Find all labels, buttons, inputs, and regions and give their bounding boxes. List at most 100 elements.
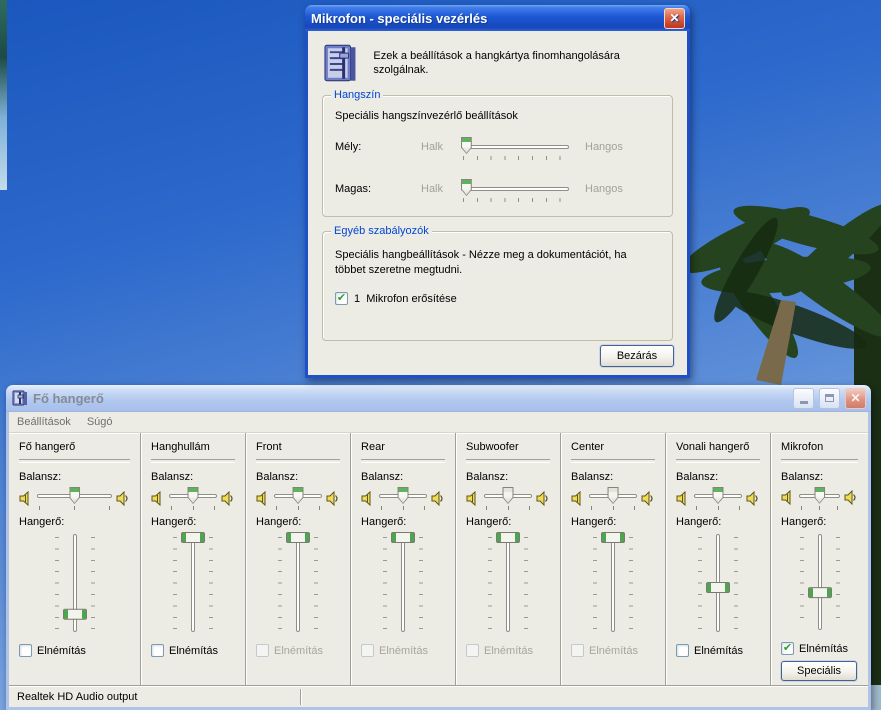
balance-ticks (801, 505, 839, 510)
balance-thumb[interactable] (712, 487, 724, 504)
volume-slider[interactable] (47, 532, 103, 634)
speaker-quiet-icon (256, 490, 266, 506)
mic-boost-checkbox[interactable] (335, 292, 348, 305)
channel-column: Rear Balansz: Hangerő: Elnémítás (350, 433, 455, 685)
balance-slider[interactable] (692, 486, 744, 510)
balance-thumb[interactable] (292, 487, 304, 504)
channel-title-divider (571, 459, 656, 463)
balance-slider[interactable] (482, 486, 534, 510)
volume-thumb[interactable] (601, 532, 626, 543)
volume-ticks-left (278, 537, 283, 629)
balance-thumb[interactable] (502, 487, 514, 504)
balance-slider[interactable] (35, 486, 114, 510)
volume-label: Hangerő: (361, 516, 407, 528)
mute-checkbox[interactable] (781, 642, 795, 656)
mute-label: Elnémítás (37, 644, 86, 657)
channel-column: Mikrofon Balansz: Hangerő: ✔ Elnémítás S… (770, 433, 868, 685)
volume-slider[interactable] (792, 532, 848, 632)
speaker-quiet-icon (571, 490, 581, 506)
volume-thumb[interactable] (181, 532, 206, 543)
maximize-icon[interactable] (819, 387, 840, 409)
advanced-button[interactable]: Speciális (781, 661, 858, 682)
balance-thumb[interactable] (187, 487, 199, 504)
volume-slider[interactable] (375, 532, 431, 634)
mute-label: Elnémítás (379, 644, 428, 657)
balance-slider[interactable] (587, 486, 639, 510)
treble-slider-track (461, 187, 569, 191)
volume-thumb[interactable] (807, 587, 832, 599)
volume-ticks-right (90, 537, 95, 629)
volume-slider[interactable] (165, 532, 221, 634)
wallpaper-sea-sliver (0, 0, 7, 190)
mute-checkbox[interactable] (151, 644, 165, 657)
menu-item-settings[interactable]: Beállítások (17, 416, 71, 428)
mixer-dialog-icon (324, 44, 356, 82)
mute-row: Elnémítás (361, 644, 445, 657)
volume-label: Hangerő: (676, 516, 722, 528)
channel-title-divider (781, 458, 859, 463)
balance-slider[interactable] (272, 486, 324, 510)
menu-item-help[interactable]: Súgó (87, 416, 113, 428)
tone-thumb[interactable] (461, 179, 473, 196)
dialog-titlebar[interactable]: Mikrofon - speciális vezérlés ✕ (305, 5, 690, 31)
mic-boost-label: 1 Mikrofon erősítése (354, 292, 457, 305)
balance-thumb[interactable] (397, 487, 409, 504)
speaker-loud-icon (844, 490, 856, 506)
channel-title: Mikrofon (781, 441, 824, 453)
mute-row: Elnémítás (151, 644, 235, 657)
balance-slider[interactable] (377, 486, 429, 510)
mute-checkbox[interactable] (571, 644, 585, 657)
volume-thumb[interactable] (62, 608, 87, 620)
speaker-quiet-icon (19, 490, 29, 506)
balance-thumb[interactable] (607, 487, 619, 504)
dialog-title: Mikrofon - speciális vezérlés (311, 10, 488, 26)
volume-thumb[interactable] (286, 532, 311, 543)
close-dialog-button[interactable]: Bezárás (600, 345, 674, 367)
balance-ticks (39, 506, 111, 510)
tone-group-label: Hangszín (331, 89, 384, 101)
treble-slider[interactable] (459, 178, 571, 202)
mute-row: Elnémítás (676, 644, 760, 657)
channel-column: Subwoofer Balansz: Hangerő: Elnémítás (455, 433, 560, 685)
close-icon[interactable]: ✕ (845, 387, 866, 409)
mute-checkbox[interactable] (19, 644, 32, 657)
channel-area: Fő hangerő Balansz: Hangerő: Elnémítás H… (9, 433, 868, 685)
volume-slider[interactable] (585, 532, 641, 634)
balance-thumb[interactable] (814, 486, 826, 504)
speaker-quiet-icon (361, 490, 371, 506)
volume-slider[interactable] (270, 532, 326, 634)
mixer-titlebar[interactable]: Fő hangerő ✕ (6, 385, 871, 412)
balance-slider[interactable] (797, 486, 842, 510)
statusbar-text: Realtek HD Audio output (17, 690, 138, 703)
volume-thumb[interactable] (391, 532, 416, 543)
volume-slider[interactable] (690, 532, 746, 634)
speaker-quiet-icon (781, 490, 791, 506)
volume-thumb[interactable] (496, 532, 521, 543)
mute-checkbox[interactable] (361, 644, 375, 657)
tone-thumb[interactable] (461, 137, 473, 154)
volume-ticks-right (835, 536, 840, 628)
mute-checkbox[interactable] (466, 644, 480, 657)
mute-label: Elnémítás (799, 642, 848, 655)
volume-ticks-left (799, 536, 804, 628)
channel-title: Center (571, 441, 605, 453)
mute-checkbox[interactable] (676, 644, 690, 657)
balance-thumb[interactable] (69, 487, 81, 504)
mute-row: Elnémítás (256, 644, 340, 657)
balance-ticks (171, 506, 216, 510)
dialog-description: Ezek a beállítások a hangkártya finomhan… (373, 50, 620, 76)
volume-track (611, 534, 616, 632)
balance-ticks (381, 506, 426, 510)
close-icon[interactable]: ✕ (664, 7, 685, 29)
bass-slider[interactable] (459, 136, 571, 160)
speaker-quiet-icon (676, 490, 686, 506)
volume-thumb[interactable] (706, 582, 731, 594)
channel-title-divider (19, 459, 131, 463)
mute-label: Elnémítás (169, 644, 218, 657)
other-group-text: Speciális hangbeállítások - Nézze meg a … (335, 249, 627, 276)
mute-checkbox[interactable] (256, 644, 270, 657)
balance-slider[interactable] (167, 486, 219, 510)
mute-label: Elnémítás (694, 644, 743, 657)
minimize-icon[interactable] (793, 387, 814, 409)
volume-slider[interactable] (480, 532, 536, 634)
